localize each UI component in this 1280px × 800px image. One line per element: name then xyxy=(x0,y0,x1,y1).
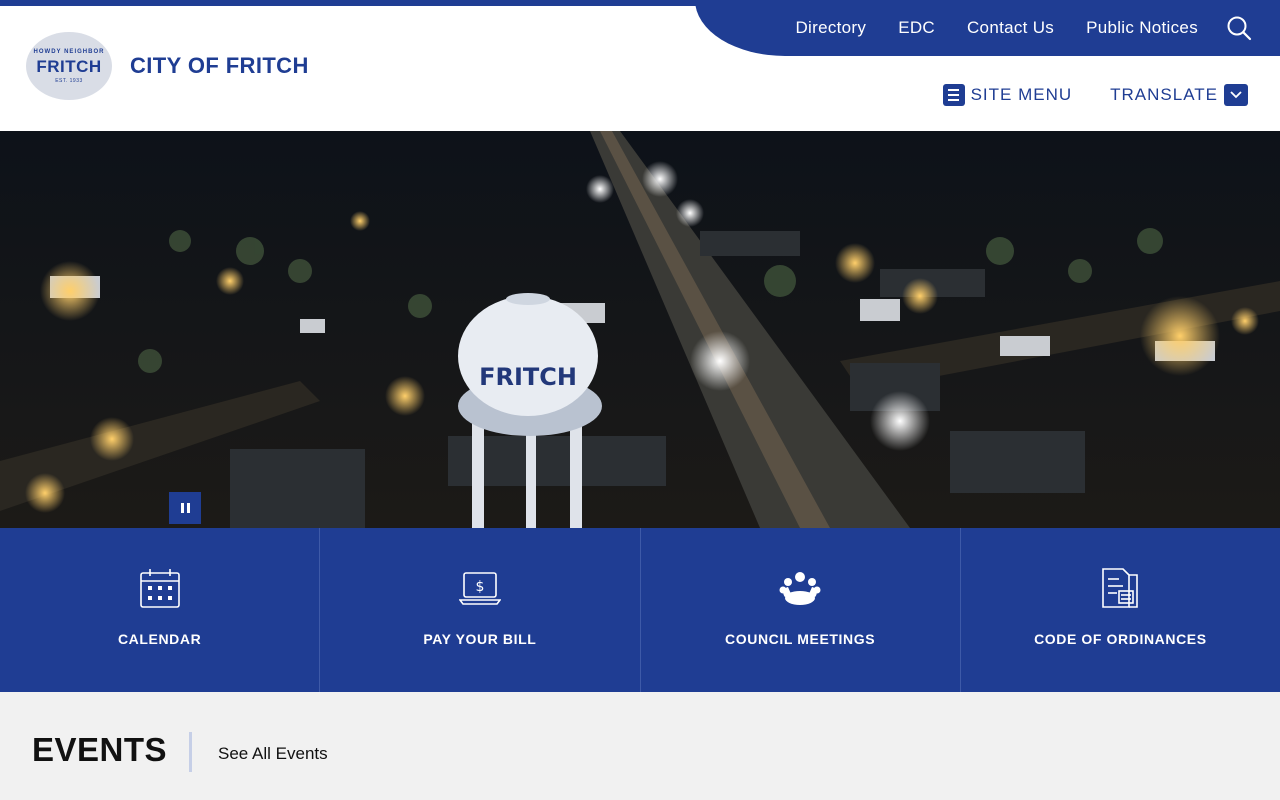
seal-word: FRITCH xyxy=(36,56,102,76)
svg-text:$: $ xyxy=(475,579,484,595)
quick-link-calendar[interactable]: CALENDAR xyxy=(0,528,321,692)
translate-label: TRANSLATE xyxy=(1110,85,1218,104)
quick-link-label: PAY YOUR BILL xyxy=(423,631,537,647)
quick-links: CALENDAR $ PAY YOUR BILL COUNCIL MEETING… xyxy=(0,528,1280,692)
hamburger-icon xyxy=(942,84,965,106)
city-seal: HOWDY NEIGHBOR FRITCH EST. 1933 xyxy=(26,32,112,100)
quick-link-label: CALENDAR xyxy=(117,631,202,647)
search-icon[interactable] xyxy=(1226,15,1252,41)
hero-image-aerial-town: FRITCH xyxy=(0,131,1280,528)
quick-link-council-meetings[interactable]: COUNCIL MEETINGS xyxy=(641,528,961,692)
quick-link-label: CODE OF ORDINANCES xyxy=(1034,631,1207,647)
seal-arc-text: HOWDY NEIGHBOR xyxy=(33,48,105,55)
quick-link-code-of-ordinances[interactable]: CODE OF ORDINANCES xyxy=(961,528,1280,692)
events-divider xyxy=(189,732,192,772)
site-logo[interactable]: HOWDY NEIGHBOR FRITCH EST. 1933 CITY OF … xyxy=(26,32,309,100)
slideshow-pause-button[interactable] xyxy=(169,492,201,524)
nav-link-edc[interactable]: EDC xyxy=(898,18,935,38)
events-section: EVENTS See All Events xyxy=(0,692,1280,800)
translate-button[interactable]: TRANSLATE xyxy=(1110,84,1248,106)
nav-link-public-notices[interactable]: Public Notices xyxy=(1086,18,1198,38)
tower-text: FRITCH xyxy=(479,363,577,391)
site-menu-label: SITE MENU xyxy=(970,85,1073,104)
utility-nav: Directory EDC Contact Us Public Notices xyxy=(695,0,1280,56)
quick-link-label: COUNCIL MEETINGS xyxy=(725,631,876,647)
see-all-events-link[interactable]: See All Events xyxy=(218,744,328,764)
nav-link-directory[interactable]: Directory xyxy=(795,18,866,38)
laptop-dollar-icon: $ xyxy=(458,566,502,610)
document-icon xyxy=(1098,566,1142,610)
site-title[interactable]: CITY OF FRITCH xyxy=(130,53,309,79)
people-group-icon xyxy=(778,566,822,610)
events-heading: EVENTS xyxy=(32,731,168,768)
site-header: Directory EDC Contact Us Public Notices … xyxy=(0,0,1280,131)
quick-link-pay-your-bill[interactable]: $ PAY YOUR BILL xyxy=(320,528,641,692)
sub-nav: SITE MENU TRANSLATE xyxy=(942,84,1248,106)
site-menu-button[interactable]: SITE MENU xyxy=(942,84,1073,106)
chevron-down-icon xyxy=(1224,84,1248,106)
water-tower: FRITCH xyxy=(458,293,602,528)
seal-since-text: EST. 1933 xyxy=(55,77,83,84)
hero-slideshow: FRITCH xyxy=(0,131,1280,528)
nav-link-contact-us[interactable]: Contact Us xyxy=(967,18,1054,38)
calendar-icon xyxy=(138,566,182,610)
